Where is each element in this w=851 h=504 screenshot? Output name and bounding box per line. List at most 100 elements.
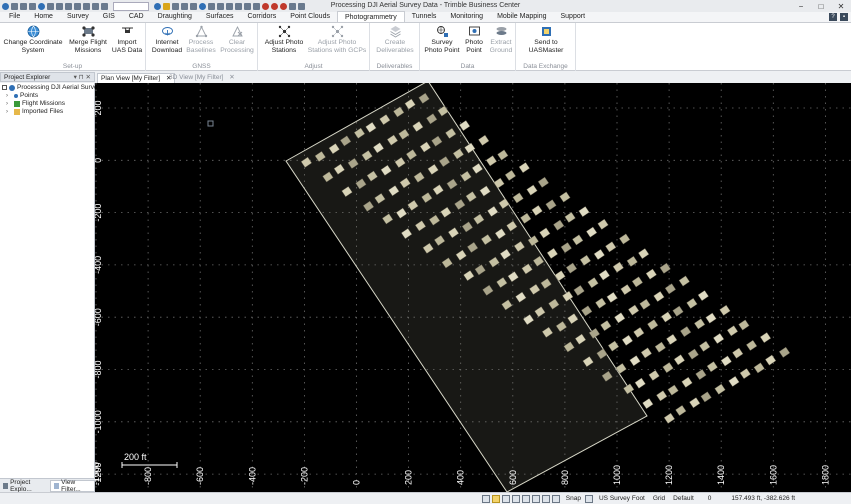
tree-item-points[interactable]: › Points	[6, 92, 38, 99]
adjust-photo-stations-gcps-button[interactable]: Adjust Photo Stations with GCPs	[308, 25, 366, 55]
tab-view-filter[interactable]: View Filter...	[50, 479, 95, 493]
expand-icon[interactable]: ›	[6, 101, 12, 107]
window-controls: − □ ✕	[791, 0, 851, 12]
layer-icon[interactable]	[101, 2, 108, 10]
tab-survey[interactable]: Survey	[60, 11, 96, 22]
survey-photo-point-button[interactable]: Survey Photo Point	[423, 25, 461, 55]
snap-more-icon[interactable]	[551, 494, 560, 503]
snap-icon[interactable]	[172, 2, 179, 10]
tab-project-explorer[interactable]: Project Explo...	[0, 479, 50, 493]
photo-tile	[573, 285, 585, 296]
point-marker[interactable]	[207, 120, 214, 127]
plan-view-tab-label: Plan View [My Filter]	[101, 75, 161, 82]
close-button[interactable]: ✕	[831, 0, 851, 12]
open-project-icon[interactable]	[29, 2, 36, 10]
tab-cad[interactable]: CAD	[122, 11, 151, 22]
layer-combo[interactable]	[113, 1, 149, 11]
collapse-icon[interactable]	[2, 85, 7, 90]
stop-icon[interactable]	[271, 2, 278, 10]
help-icon[interactable]: ?	[829, 13, 837, 21]
tab-draughting[interactable]: Draughting	[151, 11, 199, 22]
tools-icon[interactable]	[235, 2, 242, 10]
photo-tile	[612, 261, 624, 273]
snap-point-icon[interactable]	[491, 494, 500, 503]
app-logo-icon[interactable]	[2, 2, 9, 10]
tab-corridors[interactable]: Corridors	[240, 11, 283, 22]
tab-3d-view[interactable]: 3D View [My Filter] ✕	[166, 73, 238, 83]
cancel-icon[interactable]	[280, 2, 287, 10]
redo-icon[interactable]	[56, 2, 63, 10]
edit-icon[interactable]	[244, 2, 251, 10]
send-to-uasmaster-button[interactable]: Send to UASMaster	[524, 25, 568, 55]
record-icon[interactable]	[262, 2, 269, 10]
save-icon[interactable]	[38, 2, 45, 10]
options-icon[interactable]: ▪	[840, 13, 848, 21]
photo-tile	[666, 333, 678, 345]
tab-point-clouds[interactable]: Point Clouds	[283, 11, 337, 22]
merge-flight-missions-button[interactable]: Merge Flight Missions	[66, 25, 110, 55]
snap-mid-icon[interactable]	[511, 494, 520, 503]
extract-ground-button[interactable]: Extract Ground	[488, 25, 514, 55]
default-label[interactable]: Default	[673, 495, 694, 502]
create-deliverables-button[interactable]: Create Deliverables	[374, 25, 416, 55]
grid-icon[interactable]	[217, 2, 224, 10]
tab-photogrammetry[interactable]: Photogrammetry	[336, 11, 405, 22]
tab-monitoring[interactable]: Monitoring	[443, 11, 490, 22]
maximize-button[interactable]: □	[811, 0, 831, 12]
plan-canvas[interactable]: 2000-200-400-600-800-1000-1200 -1000-800…	[95, 83, 851, 492]
orbit-icon[interactable]	[199, 2, 206, 10]
tree-item-flight-missions[interactable]: › Flight Missions	[6, 100, 65, 107]
tab-tunnels[interactable]: Tunnels	[405, 11, 444, 22]
snap-mode-icon[interactable]	[481, 494, 490, 503]
clear-processing-button[interactable]: Clear Processing	[220, 25, 254, 55]
units-label[interactable]: US Survey Foot	[599, 495, 645, 502]
tree-item-imported-files[interactable]: › Imported Files	[6, 108, 63, 115]
photo-point-button[interactable]: Photo Point	[462, 25, 486, 55]
properties-icon[interactable]	[83, 2, 90, 10]
zoom-extents-icon[interactable]	[190, 2, 197, 10]
refresh-icon[interactable]	[11, 2, 18, 10]
snap-center-icon[interactable]	[531, 494, 540, 503]
process-baselines-button[interactable]: Process Baselines	[186, 25, 216, 55]
photo-tile	[600, 320, 612, 332]
internet-download-button[interactable]: Internet Download	[150, 25, 184, 55]
undo-icon[interactable]	[47, 2, 54, 10]
pan-icon[interactable]	[181, 2, 188, 10]
print-icon[interactable]	[65, 2, 72, 10]
grid-label[interactable]: Grid	[653, 495, 665, 502]
snap-line-icon[interactable]	[501, 494, 510, 503]
link-icon[interactable]	[253, 2, 260, 10]
snap-end-icon[interactable]	[521, 494, 530, 503]
close-tab-icon[interactable]: ✕	[229, 74, 234, 81]
expand-icon[interactable]: ›	[6, 109, 12, 115]
tree-root[interactable]: Processing DJI Aerial Surve...	[2, 84, 103, 91]
tab-support[interactable]: Support	[554, 11, 593, 22]
photo-tile	[633, 327, 645, 338]
pointer-icon[interactable]	[226, 2, 233, 10]
tab-mobile-mapping[interactable]: Mobile Mapping	[490, 11, 553, 22]
panel-pin-icons[interactable]: ▾ ⊓ ✕	[74, 73, 91, 81]
adjust-photo-label-1: Adjust Photo	[264, 39, 304, 46]
tab-surfaces[interactable]: Surfaces	[199, 11, 241, 22]
minimize-button[interactable]: −	[791, 0, 811, 12]
snap-label[interactable]: Snap	[566, 495, 581, 502]
tab-home[interactable]: Home	[27, 11, 60, 22]
change-coordinate-system-button[interactable]: Change Coordinate System	[4, 25, 62, 55]
zoom-icon[interactable]	[154, 2, 161, 10]
tab-file[interactable]: File	[0, 11, 27, 22]
more-icon[interactable]	[298, 2, 305, 10]
measure-icon[interactable]	[208, 2, 215, 10]
filter-icon[interactable]	[163, 2, 170, 10]
new-project-icon[interactable]	[20, 2, 27, 10]
x-axis-label: 1800	[820, 465, 830, 485]
adjust-photo-stations-button[interactable]: Adjust Photo Stations	[262, 25, 306, 55]
expand-icon[interactable]: ›	[6, 93, 12, 99]
select-icon[interactable]	[74, 2, 81, 10]
import-uas-data-button[interactable]: Import UAS Data	[112, 25, 142, 55]
tab-plan-view[interactable]: Plan View [My Filter] ✕	[97, 73, 176, 83]
list-icon[interactable]	[289, 2, 296, 10]
plan-view[interactable]: 2000-200-400-600-800-1000-1200 -1000-800…	[95, 83, 851, 492]
tab-gis[interactable]: GIS	[96, 11, 122, 22]
camera-icon[interactable]	[92, 2, 99, 10]
snap-grid-icon[interactable]	[541, 494, 550, 503]
